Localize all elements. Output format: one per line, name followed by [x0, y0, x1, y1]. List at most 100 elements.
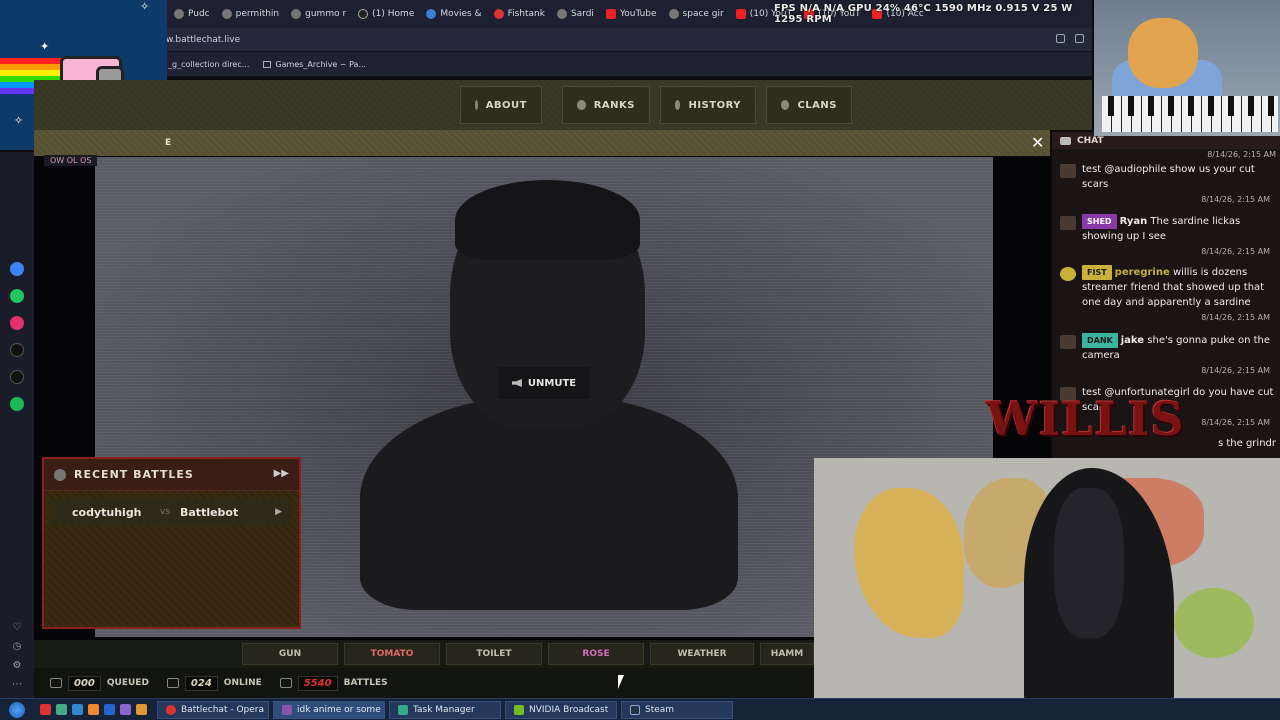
- camera-icon[interactable]: [1075, 34, 1084, 43]
- windows-logo-icon: [9, 701, 25, 718]
- bookmark-item[interactable]: _g_collection direc...: [168, 60, 249, 69]
- share-icon[interactable]: [1056, 34, 1065, 43]
- star-icon: ✧: [14, 114, 24, 127]
- queue-icon: [50, 678, 62, 688]
- opera-icon[interactable]: [40, 704, 51, 715]
- nav-ranks[interactable]: RANKS: [562, 86, 650, 124]
- taskbar-item[interactable]: Task Manager: [389, 700, 501, 719]
- taskbar-item[interactable]: NVIDIA Broadcast: [505, 700, 617, 719]
- info-icon: [475, 100, 478, 110]
- avatar: [1060, 335, 1076, 349]
- recent-battles-header: RECENT BATTLES ▶▶: [44, 459, 299, 491]
- gear-icon[interactable]: ⚙: [13, 660, 22, 671]
- star-icon: ✧: [140, 0, 150, 13]
- item-tomato[interactable]: TOMATO: [344, 643, 440, 665]
- more-icon[interactable]: ⋯: [12, 679, 22, 690]
- chat-username[interactable]: jake: [1121, 335, 1144, 346]
- sidebar-bottom: ♡ ◷ ⚙ ⋯: [12, 622, 22, 690]
- task-manager-icon: [398, 704, 408, 715]
- tiktok-icon[interactable]: [10, 343, 24, 357]
- item-rose[interactable]: ROSE: [548, 643, 644, 665]
- eye-icon: [166, 678, 179, 688]
- stat-battles: 5540 BATTLES: [279, 675, 388, 691]
- nvidia-icon: [514, 704, 524, 715]
- app-icon[interactable]: [120, 704, 131, 715]
- ranks-icon: [577, 100, 586, 110]
- folder-icon: [263, 60, 272, 68]
- browser-tab[interactable]: Pudc: [168, 3, 216, 25]
- app-icon[interactable]: [56, 704, 67, 715]
- browser-tab[interactable]: gummo r: [285, 3, 352, 25]
- modal-title: E: [165, 138, 172, 148]
- unmute-button[interactable]: UNMUTE: [499, 367, 589, 399]
- swords-icon: [54, 468, 66, 481]
- speaker-icon: [556, 9, 567, 19]
- taskbar-item[interactable]: Steam: [621, 700, 733, 719]
- performance-overlay: FPS N/A N/A GPU 24% 46°C 1590 MHz 0.915 …: [774, 0, 1092, 28]
- youtube-icon: [605, 9, 616, 19]
- x-logo-icon[interactable]: [10, 370, 24, 384]
- item-hammer[interactable]: HAMM: [760, 643, 814, 665]
- app-icon[interactable]: [136, 704, 147, 715]
- browser-tab[interactable]: YouTube: [600, 3, 663, 25]
- stat-queued: 000 QUEUED: [50, 675, 149, 691]
- battle-row[interactable]: codytuhigh vs Battlebot ▶: [50, 499, 292, 525]
- app-icon: [282, 704, 292, 715]
- youtube-icon: [735, 9, 746, 19]
- chat-message: SHED Ryan The sardine lickas showing up I…: [1060, 214, 1276, 256]
- star-icon: ✦: [40, 40, 50, 53]
- item-toilet[interactable]: TOILET: [446, 643, 542, 665]
- messenger-icon[interactable]: [10, 262, 24, 276]
- start-button[interactable]: [0, 699, 34, 720]
- app-icon[interactable]: [72, 704, 83, 715]
- speaker-icon: [511, 379, 522, 387]
- tab-favicon-icon: [493, 9, 504, 19]
- tab-favicon-icon: [221, 9, 232, 19]
- chat-username[interactable]: Ryan: [1120, 216, 1148, 227]
- chat-username[interactable]: peregrine: [1115, 267, 1170, 278]
- taskbar-item[interactable]: idk anime or some s...: [273, 700, 385, 719]
- user-badge: DANK: [1082, 333, 1118, 348]
- play-icon[interactable]: ▶: [275, 507, 282, 517]
- close-icon[interactable]: ✕: [1031, 133, 1044, 152]
- cat-head: [1128, 18, 1198, 88]
- avatar: [1060, 216, 1076, 230]
- spotify-icon[interactable]: [10, 397, 24, 411]
- history-icon[interactable]: ◷: [13, 641, 22, 652]
- stat-online: 024 ONLINE: [166, 675, 262, 691]
- browser-tab[interactable]: (1) Home: [352, 3, 420, 25]
- taskbar: Battlechat - Opera idk anime or some s..…: [0, 698, 1280, 720]
- address-actions: [1056, 34, 1084, 43]
- whatsapp-icon[interactable]: [10, 289, 24, 303]
- avatar: [1060, 267, 1076, 281]
- player-one: codytuhigh: [72, 505, 142, 519]
- browser-tab[interactable]: space gir: [663, 3, 730, 25]
- url-text: w.battlechat.live: [166, 34, 241, 45]
- modal-header: [34, 130, 1050, 156]
- opera-icon: [166, 704, 176, 715]
- chat-message: DANK jake she's gonna puke on the camera …: [1060, 333, 1276, 375]
- forward-icon[interactable]: ▶▶: [274, 468, 289, 479]
- bookmark-item[interactable]: Games_Archive ~ Pa...: [263, 60, 366, 69]
- nav-about[interactable]: ABOUT: [460, 86, 542, 124]
- browser-tab[interactable]: permithin: [216, 3, 286, 25]
- vs-label: vs: [160, 507, 171, 517]
- nav-clans[interactable]: CLANS: [766, 86, 852, 124]
- heart-icon[interactable]: ♡: [13, 622, 22, 633]
- taskbar-item[interactable]: Battlechat - Opera: [157, 700, 269, 719]
- browser-tab[interactable]: Movies &: [420, 3, 487, 25]
- item-gun[interactable]: GUN: [242, 643, 338, 665]
- map-australia: [1174, 588, 1254, 658]
- nav-history[interactable]: HISTORY: [660, 86, 756, 124]
- item-weather[interactable]: WEATHER: [650, 643, 754, 665]
- app-icon[interactable]: [104, 704, 115, 715]
- browser-tab[interactable]: Fishtank: [488, 3, 551, 25]
- webcam-feed: [814, 458, 1280, 720]
- instagram-icon[interactable]: [10, 316, 24, 330]
- tab-favicon-icon: [668, 9, 679, 19]
- tab-favicon-icon: [174, 9, 184, 19]
- browser-tab[interactable]: Sardi: [551, 3, 600, 25]
- chat-message: test @audiophile show us your cut scars …: [1060, 162, 1276, 204]
- app-icon[interactable]: [88, 704, 99, 715]
- chat-timestamp: 8/14/26, 2:15 AM: [1207, 150, 1276, 159]
